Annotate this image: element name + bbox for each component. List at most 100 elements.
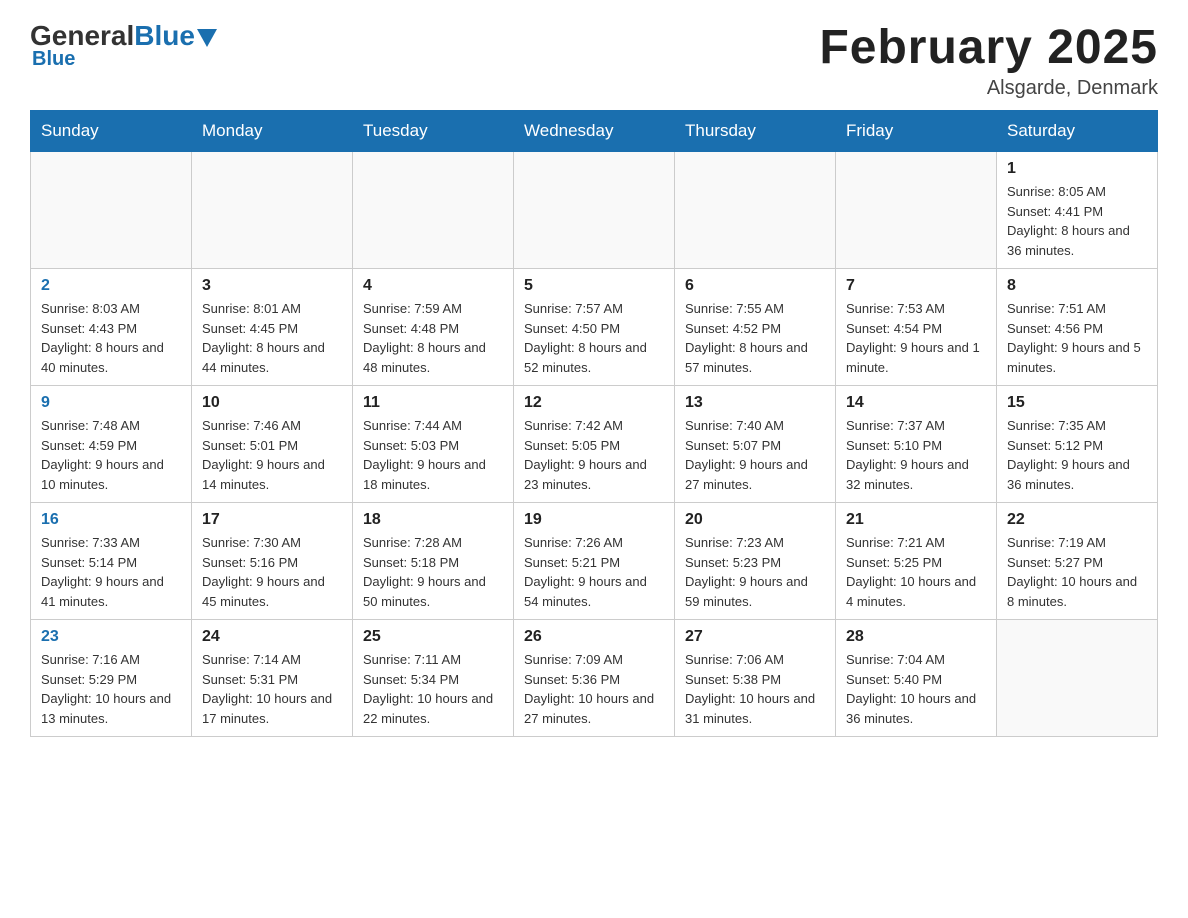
weekday-header-saturday: Saturday <box>997 111 1158 152</box>
day-info: Sunrise: 7:48 AMSunset: 4:59 PMDaylight:… <box>41 416 181 494</box>
day-info: Sunrise: 7:55 AMSunset: 4:52 PMDaylight:… <box>685 299 825 377</box>
day-info: Sunrise: 7:09 AMSunset: 5:36 PMDaylight:… <box>524 650 664 728</box>
title-section: February 2025 Alsgarde, Denmark <box>819 20 1158 100</box>
day-info: Sunrise: 8:05 AMSunset: 4:41 PMDaylight:… <box>1007 182 1147 260</box>
day-number: 27 <box>685 628 825 646</box>
day-info: Sunrise: 7:57 AMSunset: 4:50 PMDaylight:… <box>524 299 664 377</box>
calendar-cell: 17 Sunrise: 7:30 AMSunset: 5:16 PMDayligh… <box>192 503 353 620</box>
day-number: 13 <box>685 394 825 412</box>
day-info: Sunrise: 7:51 AMSunset: 4:56 PMDaylight:… <box>1007 299 1147 377</box>
weekday-header-thursday: Thursday <box>675 111 836 152</box>
day-info: Sunrise: 7:42 AMSunset: 5:05 PMDaylight:… <box>524 416 664 494</box>
day-info: Sunrise: 7:26 AMSunset: 5:21 PMDaylight:… <box>524 533 664 611</box>
calendar-cell: 2 Sunrise: 8:03 AMSunset: 4:43 PMDaylight… <box>31 269 192 386</box>
day-number: 16 <box>41 511 181 529</box>
logo: General Blue Blue <box>30 20 217 71</box>
weekday-header-tuesday: Tuesday <box>353 111 514 152</box>
calendar-cell: 21 Sunrise: 7:21 AMSunset: 5:25 PMDayligh… <box>836 503 997 620</box>
day-number: 23 <box>41 628 181 646</box>
day-number: 11 <box>363 394 503 412</box>
calendar-cell: 3 Sunrise: 8:01 AMSunset: 4:45 PMDaylight… <box>192 269 353 386</box>
calendar-cell: 14Sunrise: 7:37 AMSunset: 5:10 PMDayligh… <box>836 386 997 503</box>
day-info: Sunrise: 7:30 AMSunset: 5:16 PMDaylight:… <box>202 533 342 611</box>
day-info: Sunrise: 7:53 AMSunset: 4:54 PMDaylight:… <box>846 299 986 377</box>
day-info: Sunrise: 7:28 AMSunset: 5:18 PMDaylight:… <box>363 533 503 611</box>
day-info: Sunrise: 7:37 AMSunset: 5:10 PMDaylight:… <box>846 416 986 494</box>
day-number: 3 <box>202 277 342 295</box>
day-number: 9 <box>41 394 181 412</box>
calendar-cell <box>514 152 675 269</box>
calendar-row: 9 Sunrise: 7:48 AMSunset: 4:59 PMDaylight… <box>31 386 1158 503</box>
day-info: Sunrise: 7:11 AMSunset: 5:34 PMDaylight:… <box>363 650 503 728</box>
calendar-table: SundayMondayTuesdayWednesdayThursdayFrid… <box>30 110 1158 737</box>
calendar-cell <box>836 152 997 269</box>
calendar-row: 23 Sunrise: 7:16 AMSunset: 5:29 PMDayligh… <box>31 620 1158 737</box>
calendar-cell: 13Sunrise: 7:40 AMSunset: 5:07 PMDayligh… <box>675 386 836 503</box>
calendar-cell: 27 Sunrise: 7:06 AMSunset: 5:38 PMDayligh… <box>675 620 836 737</box>
calendar-cell: 12 Sunrise: 7:42 AMSunset: 5:05 PMDayligh… <box>514 386 675 503</box>
calendar-cell: 16 Sunrise: 7:33 AMSunset: 5:14 PMDayligh… <box>31 503 192 620</box>
calendar-cell <box>997 620 1158 737</box>
weekday-header-wednesday: Wednesday <box>514 111 675 152</box>
day-number: 18 <box>363 511 503 529</box>
day-number: 10 <box>202 394 342 412</box>
calendar-cell: 6 Sunrise: 7:55 AMSunset: 4:52 PMDaylight… <box>675 269 836 386</box>
day-number: 19 <box>524 511 664 529</box>
calendar-cell: 1 Sunrise: 8:05 AMSunset: 4:41 PMDaylight… <box>997 152 1158 269</box>
day-number: 5 <box>524 277 664 295</box>
day-number: 17 <box>202 511 342 529</box>
day-number: 1 <box>1007 160 1147 178</box>
calendar-cell: 28 Sunrise: 7:04 AMSunset: 5:40 PMDayligh… <box>836 620 997 737</box>
weekday-header-sunday: Sunday <box>31 111 192 152</box>
calendar-cell: 25Sunrise: 7:11 AMSunset: 5:34 PMDayligh… <box>353 620 514 737</box>
day-info: Sunrise: 7:35 AMSunset: 5:12 PMDaylight:… <box>1007 416 1147 494</box>
calendar-cell: 26 Sunrise: 7:09 AMSunset: 5:36 PMDayligh… <box>514 620 675 737</box>
day-number: 2 <box>41 277 181 295</box>
calendar-cell <box>31 152 192 269</box>
day-info: Sunrise: 7:16 AMSunset: 5:29 PMDaylight:… <box>41 650 181 728</box>
weekday-header-monday: Monday <box>192 111 353 152</box>
day-number: 7 <box>846 277 986 295</box>
day-info: Sunrise: 7:59 AMSunset: 4:48 PMDaylight:… <box>363 299 503 377</box>
weekday-header-friday: Friday <box>836 111 997 152</box>
day-number: 24 <box>202 628 342 646</box>
calendar-cell: 7 Sunrise: 7:53 AMSunset: 4:54 PMDaylight… <box>836 269 997 386</box>
logo-subtitle: Blue <box>30 48 75 71</box>
calendar-cell: 22 Sunrise: 7:19 AMSunset: 5:27 PMDayligh… <box>997 503 1158 620</box>
logo-triangle-icon <box>197 29 217 47</box>
calendar-cell: 4Sunrise: 7:59 AMSunset: 4:48 PMDaylight… <box>353 269 514 386</box>
calendar-row: 16 Sunrise: 7:33 AMSunset: 5:14 PMDayligh… <box>31 503 1158 620</box>
day-info: Sunrise: 7:33 AMSunset: 5:14 PMDaylight:… <box>41 533 181 611</box>
day-number: 22 <box>1007 511 1147 529</box>
day-info: Sunrise: 7:19 AMSunset: 5:27 PMDaylight:… <box>1007 533 1147 611</box>
day-number: 20 <box>685 511 825 529</box>
location: Alsgarde, Denmark <box>819 77 1158 100</box>
day-info: Sunrise: 7:23 AMSunset: 5:23 PMDaylight:… <box>685 533 825 611</box>
calendar-cell: 9 Sunrise: 7:48 AMSunset: 4:59 PMDaylight… <box>31 386 192 503</box>
calendar-cell <box>192 152 353 269</box>
page-header: General Blue Blue February 2025 Alsgarde… <box>30 20 1158 100</box>
calendar-cell: 19 Sunrise: 7:26 AMSunset: 5:21 PMDayligh… <box>514 503 675 620</box>
day-number: 26 <box>524 628 664 646</box>
calendar-cell <box>675 152 836 269</box>
calendar-cell: 24Sunrise: 7:14 AMSunset: 5:31 PMDayligh… <box>192 620 353 737</box>
month-title: February 2025 <box>819 20 1158 75</box>
calendar-cell: 23 Sunrise: 7:16 AMSunset: 5:29 PMDayligh… <box>31 620 192 737</box>
day-info: Sunrise: 7:04 AMSunset: 5:40 PMDaylight:… <box>846 650 986 728</box>
day-info: Sunrise: 7:21 AMSunset: 5:25 PMDaylight:… <box>846 533 986 611</box>
day-info: Sunrise: 8:03 AMSunset: 4:43 PMDaylight:… <box>41 299 181 377</box>
calendar-row: 2 Sunrise: 8:03 AMSunset: 4:43 PMDaylight… <box>31 269 1158 386</box>
day-number: 28 <box>846 628 986 646</box>
day-info: Sunrise: 8:01 AMSunset: 4:45 PMDaylight:… <box>202 299 342 377</box>
day-number: 6 <box>685 277 825 295</box>
calendar-cell: 8 Sunrise: 7:51 AMSunset: 4:56 PMDaylight… <box>997 269 1158 386</box>
weekday-header-row: SundayMondayTuesdayWednesdayThursdayFrid… <box>31 111 1158 152</box>
logo-blue-text: Blue <box>134 20 195 52</box>
calendar-cell: 11Sunrise: 7:44 AMSunset: 5:03 PMDayligh… <box>353 386 514 503</box>
day-number: 12 <box>524 394 664 412</box>
calendar-row: 1 Sunrise: 8:05 AMSunset: 4:41 PMDaylight… <box>31 152 1158 269</box>
day-info: Sunrise: 7:06 AMSunset: 5:38 PMDaylight:… <box>685 650 825 728</box>
day-number: 8 <box>1007 277 1147 295</box>
calendar-cell: 18 Sunrise: 7:28 AMSunset: 5:18 PMDayligh… <box>353 503 514 620</box>
day-number: 21 <box>846 511 986 529</box>
